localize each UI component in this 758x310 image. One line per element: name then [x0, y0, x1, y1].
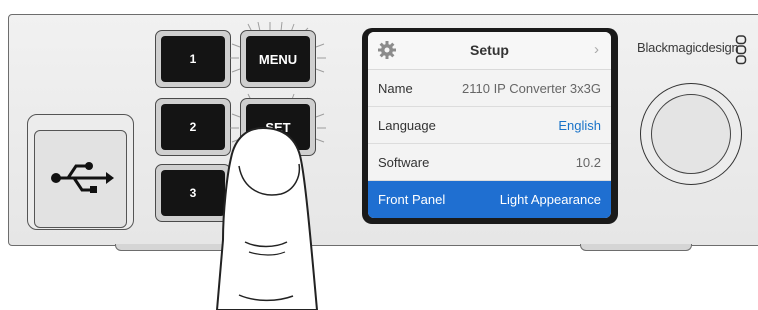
menu-row-language[interactable]: Language English — [368, 107, 611, 144]
blackmagic-logo-icon — [735, 35, 747, 65]
row-label: Software — [378, 154, 430, 170]
row-label: Language — [378, 117, 436, 133]
row-label: Name — [378, 80, 413, 96]
row-value: 10.2 — [575, 154, 601, 170]
lcd-screen: Setup › Name 2110 IP Converter 3x3G Lang… — [368, 32, 611, 218]
finger-hand-icon — [215, 126, 319, 310]
screen-header: Setup › — [368, 32, 611, 70]
menu-button-bezel: MENU — [240, 30, 316, 88]
button-1-bezel: 1 — [155, 30, 231, 88]
menu-row-name[interactable]: Name 2110 IP Converter 3x3G — [368, 70, 611, 107]
panel-foot-right — [580, 244, 692, 251]
row-value: 2110 IP Converter 3x3G — [462, 80, 601, 96]
brand-name: Blackmagicdesign — [637, 40, 739, 55]
menu-row-front-panel[interactable]: Front Panel Light Appearance — [368, 181, 611, 218]
chevron-right-icon[interactable]: › — [594, 41, 599, 58]
row-value: Light Appearance — [499, 192, 601, 207]
usb-icon — [51, 162, 114, 193]
menu-button[interactable]: MENU — [246, 36, 310, 82]
row-value: English — [558, 117, 601, 133]
menu-row-software[interactable]: Software 10.2 — [368, 144, 611, 181]
search-dial[interactable] — [651, 94, 731, 174]
button-1[interactable]: 1 — [161, 36, 225, 82]
row-label: Front Panel — [378, 192, 446, 207]
screen-title: Setup — [470, 42, 509, 58]
